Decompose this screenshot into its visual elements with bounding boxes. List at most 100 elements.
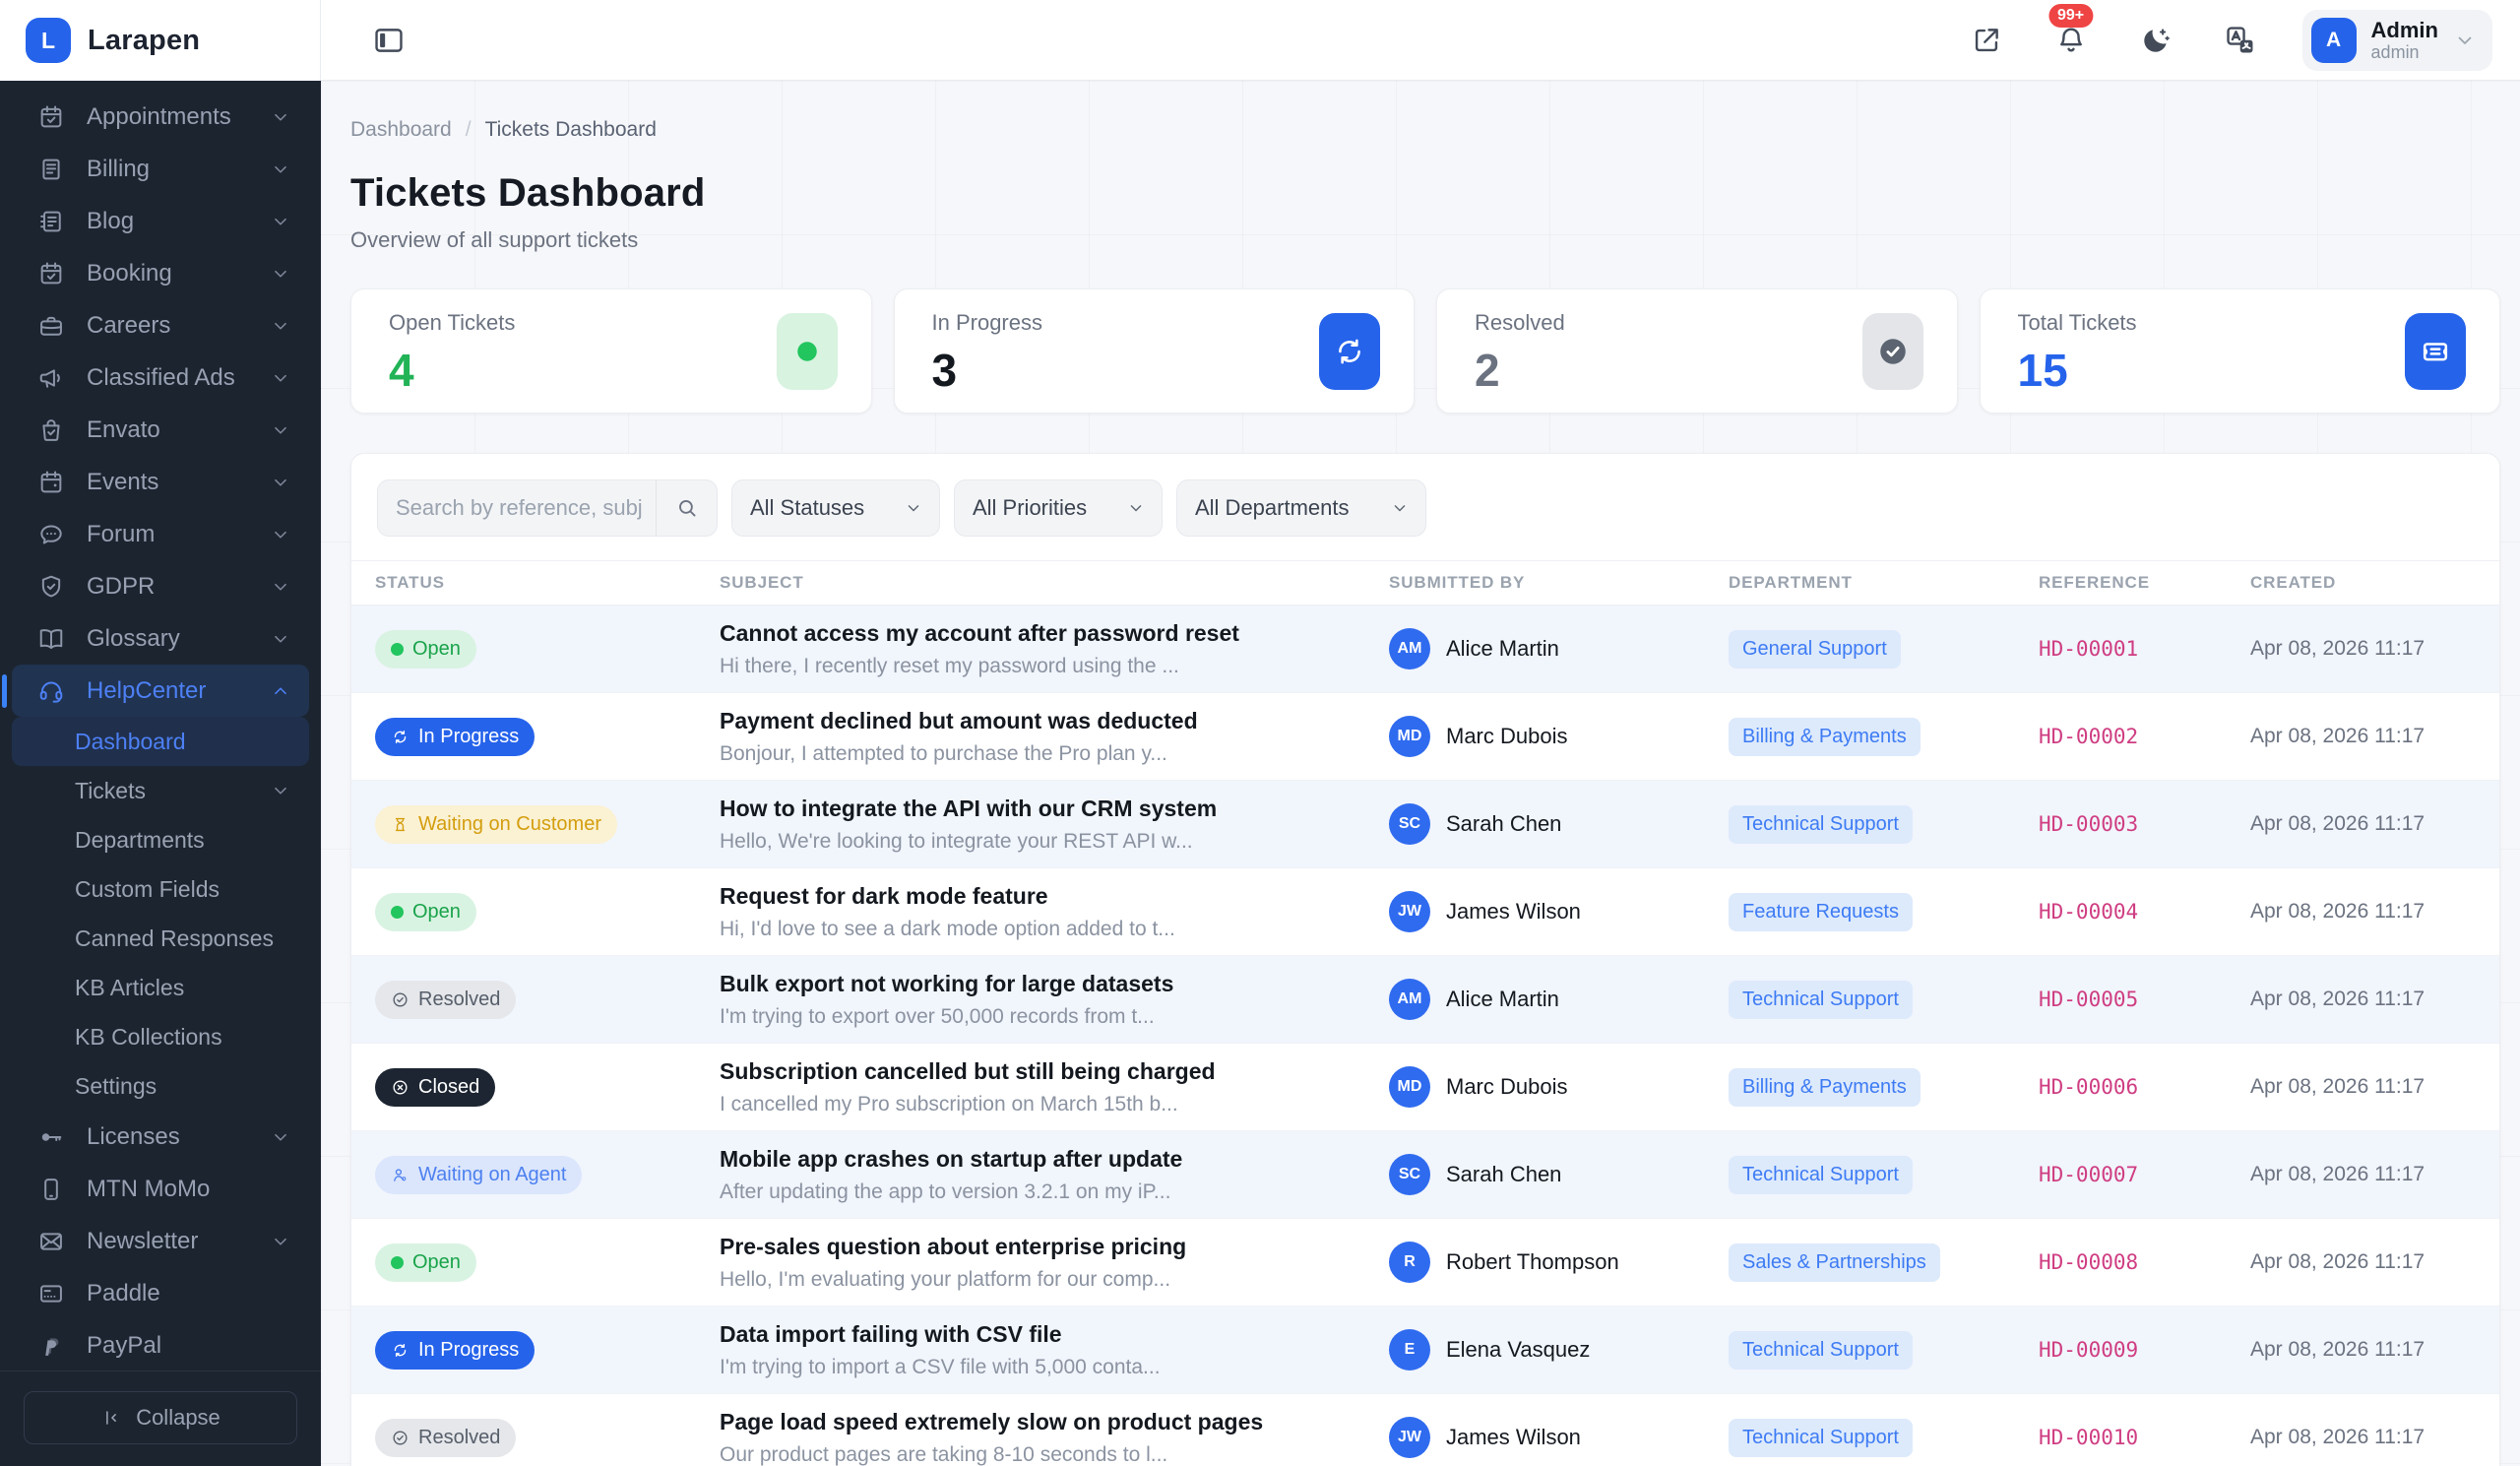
ticket-subject[interactable]: Data import failing with CSV file xyxy=(720,1321,1359,1348)
dark-mode-button[interactable] xyxy=(2133,18,2178,63)
status-filter-select[interactable]: All Statuses xyxy=(731,479,940,537)
sidebar-toggle-button[interactable] xyxy=(366,18,411,63)
ticket-row[interactable]: Closed Subscription cancelled but still … xyxy=(351,1044,2499,1131)
submitted-by-cell: AM Alice Martin xyxy=(1389,628,1729,669)
sidebar-item[interactable]: Billing xyxy=(12,143,309,195)
ticket-subject[interactable]: Bulk export not working for large datase… xyxy=(720,971,1359,997)
sidebar-item-icon xyxy=(37,312,65,340)
sidebar-item[interactable]: Dashboard xyxy=(12,717,309,766)
ticket-reference-link[interactable]: HD-00008 xyxy=(2039,1250,2138,1274)
avatar: AM xyxy=(1389,979,1430,1020)
avatar: JW xyxy=(1389,891,1430,932)
priority-filter-select[interactable]: All Priorities xyxy=(954,479,1163,537)
table-column-header: Reference xyxy=(2039,573,2250,593)
ticket-reference-link[interactable]: HD-00009 xyxy=(2039,1338,2138,1362)
sidebar-item[interactable]: Blog xyxy=(12,195,309,247)
ticket-subject[interactable]: Payment declined but amount was deducted xyxy=(720,708,1359,734)
sidebar-item[interactable]: Departments xyxy=(12,815,309,864)
department-badge: Technical Support xyxy=(1729,1331,1913,1370)
ticket-row[interactable]: Resolved Page load speed extremely slow … xyxy=(351,1394,2499,1466)
sidebar-item[interactable]: Careers xyxy=(12,299,309,351)
ticket-reference-link[interactable]: HD-00005 xyxy=(2039,988,2138,1011)
ticket-row[interactable]: Open Pre-sales question about enterprise… xyxy=(351,1219,2499,1307)
sidebar-item-label: Appointments xyxy=(87,103,270,131)
search-button[interactable] xyxy=(656,480,717,536)
notifications-button[interactable]: 99+ xyxy=(2048,18,2094,63)
sidebar-item[interactable]: Booking xyxy=(12,247,309,299)
breadcrumb-dashboard[interactable]: Dashboard xyxy=(350,118,452,142)
table-column-header: Submitted By xyxy=(1389,573,1729,593)
ticket-subject[interactable]: Request for dark mode feature xyxy=(720,883,1359,910)
sidebar-item[interactable]: KB Collections xyxy=(12,1012,309,1061)
sidebar-item[interactable]: Appointments xyxy=(12,91,309,143)
submitter-name: James Wilson xyxy=(1446,1425,1581,1450)
sidebar-item[interactable]: Tickets xyxy=(12,766,309,815)
subject-cell: Mobile app crashes on startup after upda… xyxy=(720,1146,1389,1204)
user-name: Admin xyxy=(2371,18,2438,42)
submitted-by-cell: SC Sarah Chen xyxy=(1389,803,1729,845)
department-filter-select[interactable]: All Departments xyxy=(1176,479,1426,537)
sidebar-item[interactable]: Forum xyxy=(12,508,309,560)
sidebar-item[interactable]: MTN MoMo xyxy=(12,1163,309,1215)
ticket-row[interactable]: Open Cannot access my account after pass… xyxy=(351,606,2499,693)
table-column-header: Status xyxy=(375,573,720,593)
user-menu[interactable]: A Admin admin xyxy=(2302,10,2492,71)
sidebar-item[interactable]: Newsletter xyxy=(12,1215,309,1267)
chevron-down-icon xyxy=(270,263,291,285)
ticket-reference-link[interactable]: HD-00004 xyxy=(2039,900,2138,924)
sidebar-item[interactable]: Classified Ads xyxy=(12,351,309,404)
sidebar-item[interactable]: Settings xyxy=(12,1061,309,1111)
ticket-subject[interactable]: Pre-sales question about enterprise pric… xyxy=(720,1234,1359,1260)
status-label: Resolved xyxy=(418,1427,500,1449)
ticket-subject[interactable]: Page load speed extremely slow on produc… xyxy=(720,1409,1359,1435)
sidebar-item[interactable]: HelpCenter xyxy=(12,665,309,717)
sidebar-item[interactable]: Custom Fields xyxy=(12,864,309,914)
x-circle-icon xyxy=(391,1078,410,1097)
ticket-row[interactable]: Resolved Bulk export not working for lar… xyxy=(351,956,2499,1044)
department-cell: General Support xyxy=(1729,630,2039,669)
submitted-by-cell: R Robert Thompson xyxy=(1389,1242,1729,1283)
ticket-row[interactable]: Open Request for dark mode feature Hi, I… xyxy=(351,868,2499,956)
ticket-reference-link[interactable]: HD-00010 xyxy=(2039,1426,2138,1449)
ticket-subject[interactable]: Cannot access my account after password … xyxy=(720,620,1359,647)
ticket-reference-link[interactable]: HD-00001 xyxy=(2039,637,2138,661)
sidebar-item[interactable]: Licenses xyxy=(12,1111,309,1163)
subject-cell: Request for dark mode feature Hi, I'd lo… xyxy=(720,883,1389,941)
sidebar-item[interactable]: Events xyxy=(12,456,309,508)
chevron-down-icon xyxy=(1390,498,1410,518)
ticket-reference-link[interactable]: HD-00002 xyxy=(2039,725,2138,748)
status-cell: Resolved xyxy=(375,981,720,1019)
created-timestamp: Apr 08, 2026 11:17 xyxy=(2250,1163,2425,1185)
ticket-reference-link[interactable]: HD-00006 xyxy=(2039,1075,2138,1099)
ticket-reference-link[interactable]: HD-00003 xyxy=(2039,812,2138,836)
hourglass-icon xyxy=(391,815,410,834)
ticket-subject[interactable]: How to integrate the API with our CRM sy… xyxy=(720,796,1359,822)
department-cell: Feature Requests xyxy=(1729,893,2039,931)
sidebar-item[interactable]: GDPR xyxy=(12,560,309,612)
ticket-row[interactable]: Waiting on Customer How to integrate the… xyxy=(351,781,2499,868)
sidebar-item[interactable]: PayPal xyxy=(12,1319,309,1370)
language-button[interactable] xyxy=(2218,18,2263,63)
sidebar-item[interactable]: Paddle xyxy=(12,1267,309,1319)
ticket-reference-link[interactable]: HD-00007 xyxy=(2039,1163,2138,1186)
submitter-name: Sarah Chen xyxy=(1446,1162,1561,1187)
brand-name: Larapen xyxy=(88,25,200,57)
user-avatar: A xyxy=(2311,18,2357,63)
sidebar-item-label: MTN MoMo xyxy=(87,1176,291,1203)
ticket-row[interactable]: In Progress Data import failing with CSV… xyxy=(351,1307,2499,1394)
search-input[interactable] xyxy=(378,480,656,536)
sidebar-item-label: Paddle xyxy=(87,1280,291,1307)
ticket-row[interactable]: In Progress Payment declined but amount … xyxy=(351,693,2499,781)
sidebar-item[interactable]: KB Articles xyxy=(12,963,309,1012)
chevron-down-icon xyxy=(270,106,291,128)
sidebar-item[interactable]: Glossary xyxy=(12,612,309,665)
sidebar-item[interactable]: Canned Responses xyxy=(12,914,309,963)
collapse-sidebar-button[interactable]: Collapse xyxy=(24,1391,297,1444)
table-column-header: Created xyxy=(2250,573,2499,593)
ticket-subject[interactable]: Mobile app crashes on startup after upda… xyxy=(720,1146,1359,1173)
tickets-panel: All Statuses All Priorities All Departme… xyxy=(350,453,2500,1466)
ticket-subject[interactable]: Subscription cancelled but still being c… xyxy=(720,1058,1359,1085)
open-site-button[interactable] xyxy=(1964,18,2009,63)
sidebar-item[interactable]: Envato xyxy=(12,404,309,456)
ticket-row[interactable]: Waiting on Agent Mobile app crashes on s… xyxy=(351,1131,2499,1219)
